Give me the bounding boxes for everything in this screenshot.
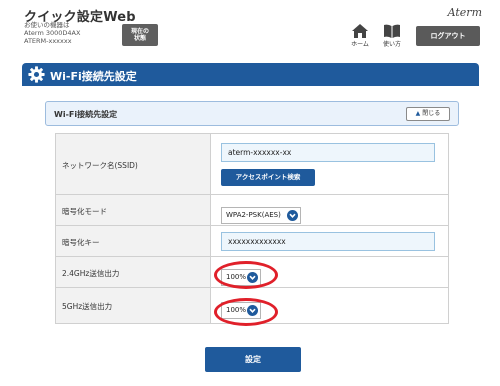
manual-button[interactable]: 使い方 — [380, 24, 404, 50]
device-model: Aterm 3000D4AX — [24, 29, 81, 37]
wifi-settings-form: ネットワーク名(SSID) aterm-xxxxxx-xx アクセスポイント検索… — [55, 133, 449, 324]
submit-button[interactable]: 設定 — [205, 347, 301, 372]
brand-logo: Aterm — [447, 6, 482, 19]
gear-icon — [28, 66, 45, 83]
encryption-key-label: 暗号化キー — [62, 238, 100, 247]
page-heading-bar: Wi-Fi接続先設定 — [22, 63, 479, 86]
caret-up-icon: ▲ — [415, 110, 421, 117]
encryption-label: 暗号化モード — [62, 207, 107, 216]
device-name: ATERM-xxxxxx — [24, 37, 72, 45]
encryption-mode-select[interactable]: WPA2-PSK(AES) — [221, 207, 301, 224]
encryption-row: 暗号化モード WPA2-PSK(AES) — [55, 195, 449, 226]
status-button-line1: 現在の — [130, 28, 149, 35]
book-icon — [384, 24, 400, 38]
encryption-key-row: 暗号化キー xxxxxxxxxxxxx — [55, 226, 449, 257]
home-button[interactable]: ホーム — [348, 24, 372, 50]
encryption-key-input[interactable]: xxxxxxxxxxxxx — [221, 232, 435, 251]
highlight-ring-5ghz — [214, 298, 278, 326]
chevron-down-icon — [287, 210, 298, 221]
page-title: Wi-Fi接続先設定 — [50, 70, 137, 83]
collapse-label: 閉じる — [422, 110, 441, 117]
current-status-button[interactable]: 現在の 状態 — [122, 24, 158, 46]
logout-button[interactable]: ログアウト — [416, 26, 480, 46]
highlight-ring-24ghz — [214, 261, 278, 289]
access-point-search-button[interactable]: アクセスポイント検索 — [221, 169, 315, 186]
ssid-label: ネットワーク名(SSID) — [62, 161, 138, 170]
home-label: ホーム — [351, 41, 369, 48]
home-icon — [352, 24, 368, 38]
status-button-line2: 状態 — [133, 35, 146, 42]
device-info: お使いの機器は Aterm 3000D4AX ATERM-xxxxxx — [24, 21, 80, 45]
ssid-input[interactable]: aterm-xxxxxx-xx — [221, 143, 435, 162]
power-24ghz-label: 2.4GHz送信出力 — [62, 269, 120, 278]
app-header: クイック設定Web お使いの機器は Aterm 3000D4AX ATERM-x… — [0, 0, 500, 56]
section-header: Wi-Fi接続先設定 ▲ 閉じる — [45, 101, 459, 126]
device-caption: お使いの機器は — [24, 21, 70, 29]
section-title: Wi-Fi接続先設定 — [54, 110, 118, 119]
ssid-row: ネットワーク名(SSID) aterm-xxxxxx-xx アクセスポイント検索 — [55, 134, 449, 195]
power-5ghz-label: 5GHz送信出力 — [62, 302, 113, 311]
collapse-button[interactable]: ▲ 閉じる — [406, 107, 450, 121]
encryption-mode-value: WPA2-PSK(AES) — [226, 211, 281, 219]
manual-label: 使い方 — [382, 41, 401, 48]
